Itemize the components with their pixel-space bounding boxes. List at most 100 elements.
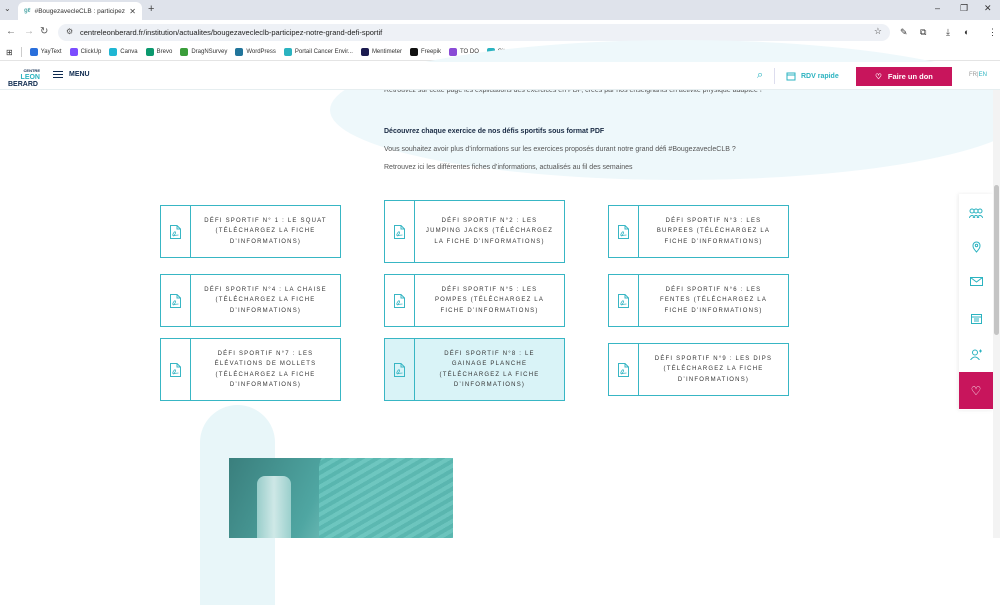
mail-icon[interactable] bbox=[959, 263, 993, 300]
pdf-file-icon bbox=[385, 275, 415, 326]
pdf-file-icon bbox=[385, 339, 415, 400]
pdf-download-card[interactable]: DÉFI SPORTIF N°8 : LE GAINAGE PLANCHE (T… bbox=[384, 338, 565, 401]
pdf-download-card[interactable]: DÉFI SPORTIF N°4 : LA CHAISE (TÉLÉCHARGE… bbox=[160, 274, 341, 327]
menu-button[interactable]: MENU bbox=[53, 71, 90, 78]
close-window-icon[interactable]: ✕ bbox=[984, 3, 992, 14]
bookmark-favicon-icon bbox=[145, 48, 154, 56]
page-scrollbar[interactable] bbox=[993, 90, 1000, 538]
card-label: DÉFI SPORTIF N°6 : LES FENTES (TÉLÉCHARG… bbox=[659, 286, 768, 314]
language-switcher: FR|EN bbox=[969, 72, 987, 78]
card-label: DÉFI SPORTIF N°2 : LES JUMPING JACKS (TÉ… bbox=[425, 217, 554, 245]
bookmark-item[interactable]: Portail Cancer Envir... bbox=[283, 48, 353, 56]
forward-icon[interactable]: → bbox=[24, 26, 34, 37]
bookmark-label: Portail Cancer Envir... bbox=[294, 49, 353, 55]
bookmark-label: Freepik bbox=[420, 49, 441, 55]
browser-tab-strip: ⌄ gℓ #BougezavecleCLB : participez ✕ + –… bbox=[0, 0, 1000, 20]
pdf-download-card[interactable]: DÉFI SPORTIF N°2 : LES JUMPING JACKS (TÉ… bbox=[384, 200, 565, 263]
extensions-icon[interactable]: ⧉ bbox=[920, 27, 926, 38]
donate-heart-button[interactable]: ♡ bbox=[959, 372, 993, 409]
hamburger-icon bbox=[53, 71, 63, 78]
card-label: DÉFI SPORTIF N°7 : LES ÉLÉVATIONS DE MOL… bbox=[214, 350, 317, 389]
logo-small-text: CENTRE bbox=[23, 68, 40, 73]
site-header: CENTRE LEON BERARD MENU ⌕ RDV rapide ♡ F… bbox=[0, 62, 1000, 90]
back-icon[interactable]: ← bbox=[6, 26, 16, 37]
tab-search-icon[interactable]: ⌄ bbox=[4, 4, 11, 13]
search-icon[interactable]: ⌕ bbox=[757, 69, 763, 82]
bookmark-label: Mentimeter bbox=[371, 49, 402, 55]
bookmark-favicon-icon bbox=[360, 48, 369, 56]
background-shape bbox=[330, 40, 1000, 180]
new-tab-icon[interactable]: + bbox=[148, 3, 154, 15]
donate-label: Faire un don bbox=[887, 72, 933, 81]
pdf-file-icon bbox=[609, 275, 639, 326]
bookmark-label: WordPress bbox=[246, 49, 276, 55]
bookmark-favicon-icon bbox=[283, 48, 292, 56]
pdf-download-card[interactable]: DÉFI SPORTIF N°3 : LES BURPEES (TÉLÉCHAR… bbox=[608, 205, 789, 258]
profile-icon[interactable]: ◐ bbox=[964, 27, 969, 37]
logo-line2: BERARD bbox=[8, 81, 38, 88]
lang-fr[interactable]: FR bbox=[969, 72, 977, 78]
bookmark-label: ClickUp bbox=[80, 49, 102, 55]
bookmark-item[interactable]: WordPress bbox=[235, 48, 276, 56]
site-logo[interactable]: CENTRE LEON BERARD bbox=[8, 67, 40, 88]
location-icon[interactable] bbox=[959, 228, 993, 265]
site-info-icon[interactable]: ⚙ bbox=[66, 27, 73, 36]
info-text-1: Vous souhaitez avoir plus d’informations… bbox=[384, 146, 736, 153]
bookmark-favicon-icon bbox=[409, 48, 418, 56]
bookmark-favicon-icon bbox=[235, 48, 244, 56]
browser-menu-icon[interactable]: ⋮ bbox=[988, 27, 997, 38]
towel-shape bbox=[319, 458, 453, 538]
pdf-download-card[interactable]: DÉFI SPORTIF N° 1 : LE SQUAT (TÉLÉCHARGE… bbox=[160, 205, 341, 258]
browser-tab[interactable]: gℓ #BougezavecleCLB : participez ✕ bbox=[18, 2, 142, 20]
pdf-download-card[interactable]: DÉFI SPORTIF N°7 : LES ÉLÉVATIONS DE MOL… bbox=[160, 338, 341, 401]
download-icon[interactable]: ⤓ bbox=[946, 27, 950, 38]
pdf-download-card[interactable]: DÉFI SPORTIF N°5 : LES POMPES (TÉLÉCHARG… bbox=[384, 274, 565, 327]
pdf-file-icon bbox=[161, 206, 191, 257]
article-photo bbox=[229, 458, 453, 538]
card-label: DÉFI SPORTIF N°3 : LES BURPEES (TÉLÉCHAR… bbox=[656, 217, 771, 245]
heart-icon: ♡ bbox=[875, 72, 882, 81]
eyedropper-icon[interactable]: ✎ bbox=[900, 27, 908, 38]
bookmark-item[interactable]: DragNSurvey bbox=[180, 48, 227, 56]
user-icon[interactable] bbox=[959, 336, 993, 373]
bookmark-item[interactable]: Brevo bbox=[145, 48, 172, 56]
logo-line1: LEON bbox=[20, 74, 40, 81]
address-bar[interactable]: ⚙ centreleonberard.fr/institution/actual… bbox=[58, 24, 890, 41]
minimize-icon[interactable]: – bbox=[935, 3, 940, 13]
header-divider bbox=[774, 68, 775, 84]
close-tab-icon[interactable]: ✕ bbox=[129, 7, 136, 16]
pdf-file-icon bbox=[161, 339, 191, 400]
tab-title: #BougezavecleCLB : participez bbox=[34, 7, 125, 15]
section-heading: Découvrez chaque exercice de nos défis s… bbox=[384, 128, 605, 135]
apps-icon[interactable]: ⊞ bbox=[6, 48, 13, 57]
scrollbar-thumb[interactable] bbox=[994, 185, 999, 335]
bookmark-item[interactable]: Freepik bbox=[409, 48, 441, 56]
pdf-download-card[interactable]: DÉFI SPORTIF N°6 : LES FENTES (TÉLÉCHARG… bbox=[608, 274, 789, 327]
lang-en[interactable]: EN bbox=[979, 72, 987, 78]
team-icon[interactable] bbox=[959, 194, 993, 231]
bookmark-item[interactable]: YayText bbox=[29, 48, 62, 56]
calendar-icon bbox=[786, 72, 796, 81]
bookmark-favicon-icon bbox=[69, 48, 78, 56]
bookmark-item[interactable]: Canva bbox=[109, 48, 138, 56]
maximize-icon[interactable]: ❐ bbox=[960, 3, 968, 14]
pdf-file-icon bbox=[609, 206, 639, 257]
bottle-shape bbox=[257, 476, 291, 538]
bookmark-divider bbox=[20, 47, 22, 57]
pdf-download-card[interactable]: DÉFI SPORTIF N°9 : LES DIPS (TÉLÉCHARGEZ… bbox=[608, 343, 789, 396]
card-label: DÉFI SPORTIF N°4 : LA CHAISE (TÉLÉCHARGE… bbox=[204, 286, 327, 314]
heart-icon: ♡ bbox=[970, 383, 982, 398]
bookmark-item[interactable]: ClickUp bbox=[69, 48, 102, 56]
favicon-icon: gℓ bbox=[24, 8, 31, 14]
rdv-rapide-link[interactable]: RDV rapide bbox=[786, 71, 839, 81]
calendar-icon[interactable] bbox=[959, 300, 993, 337]
bookmark-star-icon[interactable]: ☆ bbox=[874, 26, 882, 37]
bookmark-item[interactable]: Mentimeter bbox=[360, 48, 402, 56]
card-label: DÉFI SPORTIF N°5 : LES POMPES (TÉLÉCHARG… bbox=[434, 286, 545, 314]
bookmark-label: YayText bbox=[40, 49, 62, 55]
bookmark-label: DragNSurvey bbox=[191, 49, 228, 55]
donate-button[interactable]: ♡ Faire un don bbox=[856, 67, 952, 86]
reload-icon[interactable]: ↻ bbox=[40, 26, 48, 37]
menu-label: MENU bbox=[69, 71, 90, 78]
bookmark-favicon-icon bbox=[29, 48, 38, 56]
